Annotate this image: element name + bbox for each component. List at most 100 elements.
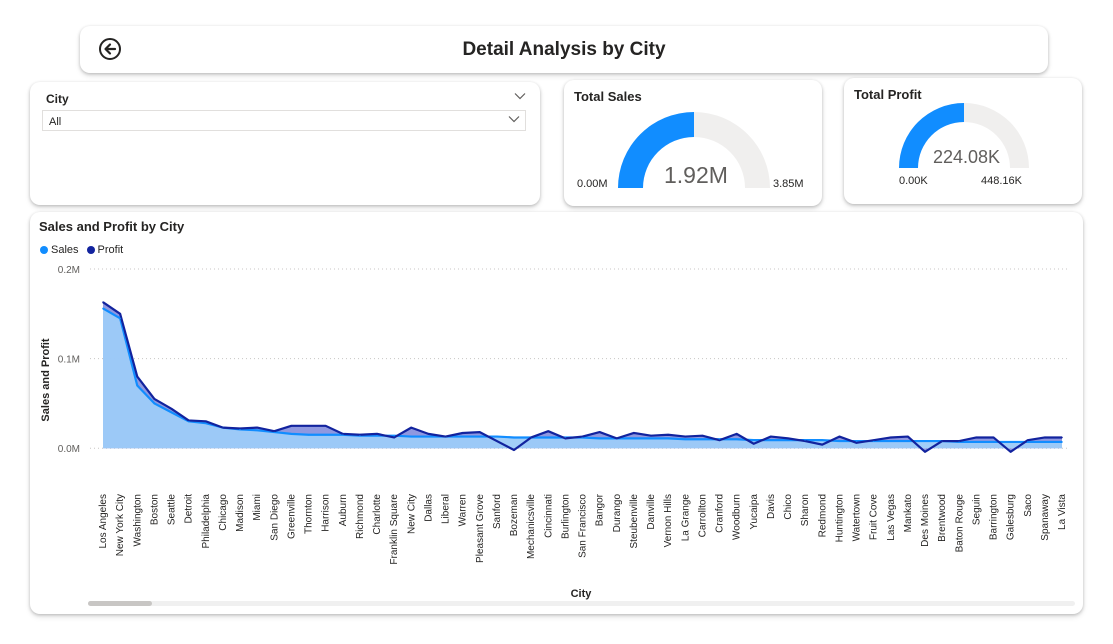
sales-point <box>324 433 327 436</box>
x-axis-title: City <box>571 588 593 600</box>
profit-point <box>650 434 652 437</box>
x-tick-label: Durango <box>612 494 623 533</box>
x-tick-label: San Francisco <box>578 494 589 558</box>
profit-point <box>855 442 858 444</box>
profit-point <box>907 435 909 438</box>
x-tick-label: Washington <box>132 494 143 546</box>
x-tick-label: Seattle <box>167 494 178 526</box>
sales-point <box>307 433 310 436</box>
sales-point <box>684 438 687 441</box>
total-profit-card: Total Profit 224.08K 0.00K 448.16K <box>844 78 1082 204</box>
gauge-max-label: 3.85M <box>773 178 804 190</box>
x-tick-label: Chico <box>783 494 794 520</box>
sales-point <box>513 436 515 439</box>
profit-point <box>804 440 806 442</box>
x-tick-label: Franklin Square <box>389 494 400 565</box>
profit-point <box>376 433 378 435</box>
x-tick-label: La Vista <box>1057 494 1068 530</box>
total-profit-value: 224.08K <box>933 147 1001 167</box>
profit-point <box>410 426 413 429</box>
profit-point <box>513 449 515 451</box>
profit-point <box>427 433 430 435</box>
profit-point <box>770 435 772 438</box>
page-title: Detail Analysis by City <box>462 39 666 60</box>
chevron-down-icon <box>508 116 520 123</box>
x-tick-label: Warren <box>458 494 469 526</box>
x-tick-label: Yucaipa <box>749 494 760 530</box>
chevron-down-icon[interactable] <box>514 92 526 100</box>
sales-profit-chart-card: Sales and Profit by City Sales Profit 0.… <box>30 212 1083 614</box>
sales-point <box>204 422 207 424</box>
x-tick-label: Danville <box>646 494 657 530</box>
x-tick-label: Cincinnati <box>543 494 554 538</box>
profit-point <box>170 407 173 410</box>
x-tick-label: Chicago <box>218 494 229 531</box>
y-tick-label: 0.1M <box>58 355 80 366</box>
y-axis-title: Sales and Profit <box>40 338 52 421</box>
total-profit-gauge <box>899 103 1029 168</box>
x-tick-label: Brentwood <box>937 494 948 542</box>
x-tick-label: Las Vegas <box>886 494 897 541</box>
profit-point <box>547 430 550 432</box>
sales-point <box>496 435 498 438</box>
sales-point <box>787 439 789 441</box>
profit-point <box>735 433 738 435</box>
axes: 0.0M 0.1M 0.2M Los Angeles New York City Wash… <box>58 265 1068 565</box>
profit-point <box>496 440 498 442</box>
profit-point <box>204 420 207 423</box>
x-tick-label: Auburn <box>338 494 349 526</box>
x-tick-label: Miami <box>252 494 263 521</box>
x-tick-label: New City <box>406 494 417 534</box>
x-tick-label: Des Moines <box>920 494 931 547</box>
x-tick-label: Fruit Cove <box>869 494 880 541</box>
profit-point <box>701 434 704 437</box>
profit-point <box>393 436 395 439</box>
slicer-selected-value: All <box>49 116 62 128</box>
x-tick-label: Liberal <box>441 494 452 524</box>
x-tick-label: Mankato <box>903 494 914 533</box>
x-tick-label: Harrison <box>321 494 332 532</box>
scrollbar-thumb[interactable] <box>88 601 152 606</box>
x-tick-label: Cranford <box>715 494 726 533</box>
profit-point <box>444 435 447 438</box>
profit-point <box>872 439 875 441</box>
sales-point <box>461 435 464 438</box>
sales-point <box>102 307 104 310</box>
profit-point <box>992 436 995 439</box>
x-tick-label: Bozeman <box>509 494 520 536</box>
gridlines <box>90 268 1070 449</box>
sales-point <box>1026 441 1029 443</box>
x-tick-label: Dallas <box>423 494 434 522</box>
profit-point <box>752 442 755 445</box>
profit-point <box>256 426 258 429</box>
x-tick-label: Davis <box>766 494 777 519</box>
slicer-label: City <box>46 92 69 106</box>
sales-point <box>838 440 841 442</box>
sales-point <box>427 435 430 438</box>
profit-point <box>615 437 618 440</box>
x-tick-label: Seguin <box>971 494 982 525</box>
sales-point <box>1009 441 1012 443</box>
horizontal-scrollbar[interactable] <box>88 601 1075 606</box>
city-slicer: City All <box>30 82 540 205</box>
y-tick-label: 0.2M <box>58 265 80 276</box>
profit-point <box>838 435 841 438</box>
x-tick-label: Spanaway <box>1040 494 1051 541</box>
x-tick-label: Los Angeles <box>98 494 109 549</box>
sales-point <box>153 402 156 405</box>
x-tick-label: Madison <box>235 494 246 532</box>
x-tick-label: Redmond <box>817 494 828 537</box>
sales-point <box>1061 441 1063 443</box>
x-tick-label: Sharon <box>800 494 811 526</box>
x-tick-label: Charlotte <box>372 494 383 535</box>
sales-point <box>701 438 704 441</box>
x-tick-label: Philadelphia <box>201 494 212 549</box>
profit-point <box>924 451 926 453</box>
x-tick-label: Huntington <box>834 494 845 542</box>
sales-point <box>136 384 139 387</box>
x-tick-label: Watertown <box>852 494 863 541</box>
profit-point <box>564 437 567 440</box>
sales-point <box>821 439 824 441</box>
profit-point <box>187 419 190 422</box>
city-dropdown[interactable]: All <box>42 110 526 131</box>
